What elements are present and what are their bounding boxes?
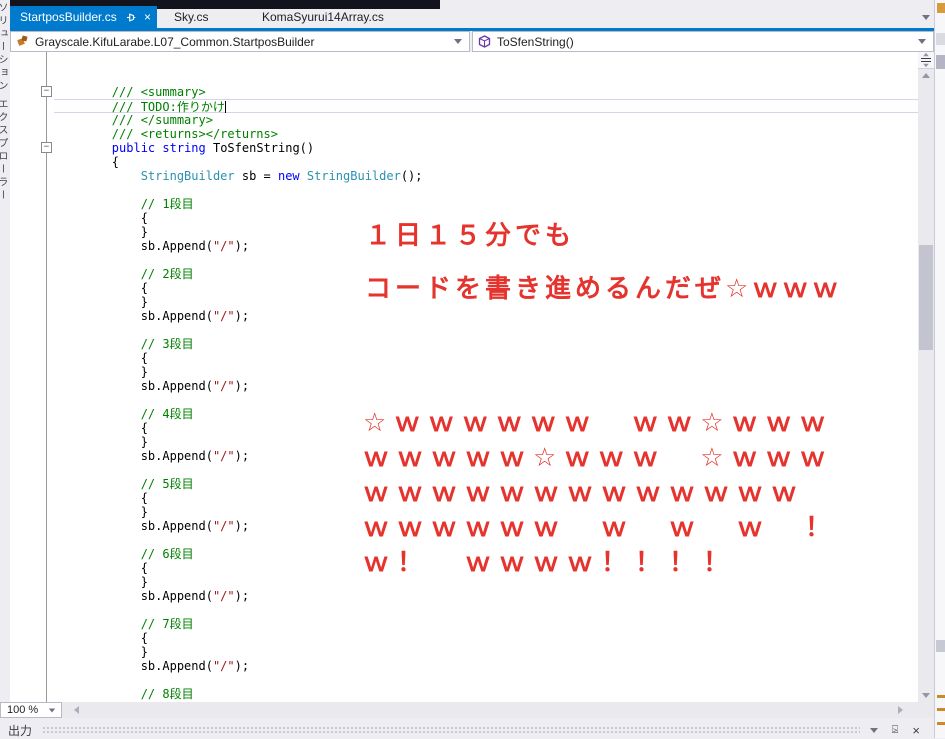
code-editor[interactable]: − − /// <summary> /// TODO:作りかけ /// </sum… xyxy=(10,52,918,702)
code-line: { xyxy=(54,155,120,169)
code-line: // 7段目 xyxy=(54,617,194,631)
code-line: } xyxy=(54,645,148,659)
annotation-line: ｗｗｗｗｗｗ ｗ ｗ ｗ ！ xyxy=(363,513,840,543)
tab-label: KomaSyurui14Array.cs xyxy=(262,10,384,24)
clipped-panel-fragment xyxy=(936,640,945,652)
clipped-panel-fragment xyxy=(937,708,945,711)
scroll-right-icon[interactable] xyxy=(898,706,903,714)
vertical-scrollbar[interactable] xyxy=(918,52,934,702)
member-dropdown[interactable]: ToSfenString() xyxy=(472,31,934,52)
annotation-text-intro: １日１５分でもコードを書き進めるんだぜ☆ｗｗｗ xyxy=(365,210,842,316)
code-line: sb.Append("/"); xyxy=(54,379,250,393)
scroll-down-icon[interactable] xyxy=(922,693,930,698)
code-line: /// </summary> xyxy=(54,113,213,127)
code-line: StringBuilder sb = new StringBuilder(); xyxy=(140,169,423,183)
output-panel-title: 出力 xyxy=(8,723,33,738)
clipped-panel-fragment xyxy=(937,3,945,13)
vs-editor-window: ソリューション エクスプローラー StartposBuilder.cs × Sk… xyxy=(0,0,945,738)
code-line: sb.Append("/"); xyxy=(54,659,250,673)
clipped-right-panel xyxy=(934,0,945,738)
code-line: /// <returns></returns> xyxy=(54,127,278,141)
collapsed-tool-window-label: ソリューション エクスプローラー xyxy=(0,2,7,203)
annotation-text-w-block: ☆ｗｗｗｗｗｗ ｗｗ☆ｗｗｗ ｗｗｗｗｗ☆ｗｗｗ ☆ｗｗｗ ｗｗｗｗｗｗｗｗｗｗｗｗ… xyxy=(363,406,839,581)
clipped-panel-fragment xyxy=(937,695,945,698)
tab-startposbuilder[interactable]: StartposBuilder.cs × xyxy=(10,6,157,28)
scroll-up-icon[interactable] xyxy=(922,73,930,78)
output-panel-grip xyxy=(42,726,860,734)
annotation-line: ☆ｗｗｗｗｗｗ ｗｗ☆ｗｗｗ xyxy=(363,408,834,438)
output-chevron-down-icon[interactable] xyxy=(869,727,878,733)
method-icon xyxy=(478,35,491,48)
tab-label: StartposBuilder.cs xyxy=(20,10,117,24)
class-icon xyxy=(17,35,28,46)
clipped-panel-fragment xyxy=(936,55,945,69)
editor-splitter-icon[interactable] xyxy=(918,52,934,69)
code-line: /// <summary> xyxy=(54,85,206,99)
pin-icon[interactable] xyxy=(126,12,136,23)
navigation-bar: Grayscale.KifuLarabe.L07_Common.Startpos… xyxy=(10,31,934,52)
code-lines: /// <summary> /// TODO:作りかけ /// </summar… xyxy=(54,57,918,702)
output-close-icon[interactable]: × xyxy=(912,723,920,738)
tab-overflow-chevron-down-icon[interactable] xyxy=(922,15,930,20)
code-line: // 8段目 xyxy=(54,687,194,701)
document-tab-bar: StartposBuilder.cs × Sky.cs KomaSyurui14… xyxy=(10,0,934,28)
scroll-left-icon[interactable] xyxy=(74,706,79,714)
output-panel-bar[interactable]: 出力 ⍄ × xyxy=(0,722,934,738)
code-line: // 3段目 xyxy=(54,337,194,351)
type-dropdown-value: Grayscale.KifuLarabe.L07_Common.Startpos… xyxy=(35,34,315,49)
code-line: /// TODO:作りかけ xyxy=(54,99,918,114)
clipped-panel-fragment xyxy=(937,722,945,725)
editor-bottom-row: 100 % xyxy=(0,702,934,718)
fold-collapse-icon[interactable]: − xyxy=(41,86,52,97)
code-line: // 1段目 xyxy=(54,197,194,211)
type-dropdown[interactable]: Grayscale.KifuLarabe.L07_Common.Startpos… xyxy=(10,31,470,52)
code-line: public string ToSfenString() xyxy=(111,141,315,155)
code-line: { xyxy=(54,631,148,645)
tab-sky[interactable]: Sky.cs xyxy=(160,6,222,28)
fold-collapse-icon[interactable]: − xyxy=(41,142,52,153)
tab-label: Sky.cs xyxy=(174,10,209,24)
annotation-line: ｗ！ ｗｗｗｗ！！！！ xyxy=(363,548,738,578)
zoom-value: 100 % xyxy=(7,704,39,716)
member-dropdown-value: ToSfenString() xyxy=(497,34,574,49)
tab-komasyurui[interactable]: KomaSyurui14Array.cs xyxy=(248,6,398,28)
chevron-down-icon xyxy=(454,39,462,44)
annotation-line: コードを書き進めるんだぜ☆ｗｗｗ xyxy=(365,274,843,304)
annotation-line: ｗｗｗｗｗ☆ｗｗｗ ☆ｗｗｗ xyxy=(363,443,834,473)
code-line: sb.Append("/"); xyxy=(54,589,250,603)
vertical-scrollbar-thumb[interactable] xyxy=(919,245,933,350)
annotation-line: １日１５分でも xyxy=(365,221,576,251)
close-icon[interactable]: × xyxy=(144,11,151,23)
output-pin-icon[interactable]: ⍄ xyxy=(892,724,899,737)
collapsed-tool-window-strip[interactable]: ソリューション エクスプローラー xyxy=(0,0,10,702)
code-line: { xyxy=(54,351,148,365)
chevron-down-icon xyxy=(918,39,926,44)
zoom-control[interactable]: 100 % xyxy=(0,702,62,718)
code-line: } xyxy=(54,365,148,379)
annotation-line: ｗｗｗｗｗｗｗｗｗｗｗｗｗ xyxy=(363,478,806,508)
chevron-down-icon xyxy=(48,708,56,712)
text-caret xyxy=(224,101,226,113)
clipped-panel-fragment xyxy=(936,33,945,45)
